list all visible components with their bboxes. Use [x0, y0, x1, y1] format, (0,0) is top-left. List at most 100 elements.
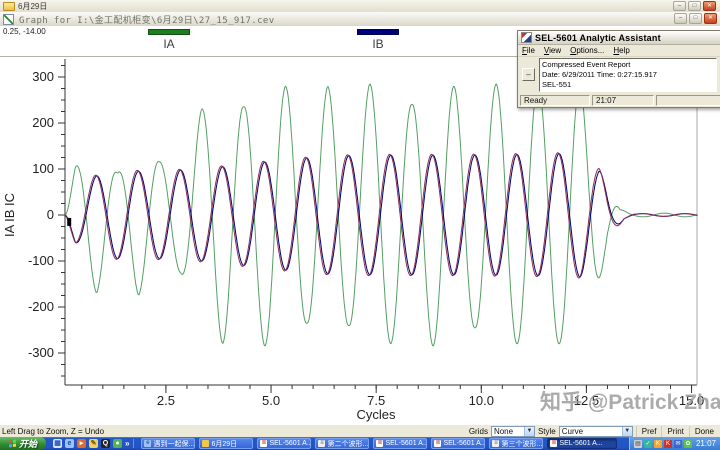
taskbar-button-sel5601[interactable]: ≣SEL-5601 A...: [257, 438, 311, 449]
close-icon[interactable]: ✕: [704, 13, 717, 24]
grids-combobox[interactable]: None ▼: [491, 426, 535, 437]
minimize-icon[interactable]: –: [673, 1, 686, 11]
taskbar-button-label: SEL-5601 A...: [385, 440, 427, 447]
windows-flag-icon: [9, 439, 17, 448]
doc-icon: ≡: [318, 440, 325, 447]
style-combobox[interactable]: Curve ▼: [559, 426, 633, 437]
kugou-icon[interactable]: K: [654, 440, 662, 448]
chevron-down-icon[interactable]: ▼: [524, 427, 534, 436]
menu-file[interactable]: File: [522, 46, 535, 55]
folder-icon: [202, 440, 209, 447]
taskbar-button-label: SEL-5601 A...: [559, 440, 602, 447]
system-tray: ▤ ✓ K K ✉ ✿ 21:07: [629, 437, 720, 450]
menu-help[interactable]: Help: [613, 46, 629, 55]
quick-launch-overflow-icon[interactable]: »: [125, 439, 129, 448]
sel5601-titlebar[interactable]: SEL-5601 Analytic Assistant: [518, 31, 720, 45]
sel5601-menubar: File View Options... Help: [518, 45, 720, 57]
im-icon[interactable]: ✉: [674, 440, 682, 448]
taskbar-button-label: 遇到一起保...: [153, 439, 194, 449]
close-icon[interactable]: ✕: [703, 1, 716, 11]
cursor-marker[interactable]: [67, 218, 71, 226]
event-report-list[interactable]: Compressed Event ReportDate: 6/29/2011 T…: [539, 58, 717, 92]
style-value: Curve: [562, 427, 583, 436]
y-tick-label: 300: [32, 69, 54, 84]
background-window-controls: – □ ✕: [673, 1, 716, 11]
graph-window-title: Graph for I:\金工配机柜变\6月29日\27_15_917.cev: [19, 13, 275, 26]
status-filler: [656, 95, 720, 106]
qq-icon[interactable]: Q: [101, 439, 110, 448]
legend-label: IB: [357, 37, 399, 51]
sel5601-window[interactable]: SEL-5601 Analytic Assistant File View Opti…: [517, 30, 720, 108]
messenger-icon[interactable]: ●: [113, 439, 122, 448]
ie-icon: e: [144, 440, 151, 447]
desktop: 6月29日 – □ ✕ Graph for I:\金工配机柜变\6月29日\27…: [0, 0, 720, 450]
media-player-icon[interactable]: ▸: [77, 439, 86, 448]
background-window-title: 6月29日: [18, 1, 47, 12]
waveform-chart[interactable]: 3002001000-100-200-3002.55.07.510.012.51…: [0, 57, 720, 424]
k-app-icon[interactable]: K: [664, 440, 672, 448]
pref-button[interactable]: Pref: [636, 426, 662, 437]
taskbar-button-label: SEL-5601 A...: [443, 440, 485, 447]
graph-window-controls: – □ ✕: [674, 13, 717, 24]
x-tick-label: 7.5: [367, 393, 385, 408]
show-desktop-icon[interactable]: ▦: [53, 439, 62, 448]
y-tick-label: -100: [28, 253, 54, 268]
taskbar-button-doc[interactable]: ≡第三个波形...: [489, 438, 543, 449]
y-tick-label: 0: [47, 207, 54, 222]
start-button[interactable]: 开始: [0, 437, 46, 450]
taskbar-button-sel5601[interactable]: ≣SEL-5601 A...: [373, 438, 427, 449]
y-tick-label: -300: [28, 345, 54, 360]
graph-app-icon: [3, 14, 14, 25]
sel-icon: ≣: [376, 440, 383, 447]
chevron-down-icon[interactable]: ▼: [622, 427, 632, 436]
taskbar-button-doc[interactable]: ≡第二个波形...: [315, 438, 369, 449]
minimize-icon[interactable]: –: [674, 13, 687, 24]
sel-icon: ≣: [260, 440, 267, 447]
x-tick-label: 10.0: [469, 393, 494, 408]
quick-launch: ▦ e ▸ ✎ Q ● »: [49, 439, 134, 448]
antivirus-icon[interactable]: ✿: [684, 440, 692, 448]
shield-icon[interactable]: ✓: [644, 440, 652, 448]
cursor-coordinate-readout: 0.25, -14.00: [3, 27, 46, 36]
printer-icon[interactable]: ▤: [634, 440, 642, 448]
notes-icon[interactable]: ✎: [89, 439, 98, 448]
y-axis-title: IA IB IC: [2, 193, 17, 237]
legend-item-ib: IB: [357, 29, 399, 51]
taskbar: 开始 ▦ e ▸ ✎ Q ● » e遇到一起保...6月29日≣SEL-5601…: [0, 437, 720, 450]
taskbar-clock: 21:07: [696, 439, 716, 448]
y-tick-label: -200: [28, 299, 54, 314]
taskbar-button-folder[interactable]: 6月29日: [199, 438, 253, 449]
y-tick-label: 100: [32, 161, 54, 176]
x-tick-label: 5.0: [262, 393, 280, 408]
legend-swatch: [148, 29, 190, 35]
done-button[interactable]: Done: [689, 426, 719, 437]
menu-view[interactable]: View: [544, 46, 561, 55]
print-button[interactable]: Print: [661, 426, 688, 437]
y-tick-label: 200: [32, 115, 54, 130]
device-button[interactable]: –: [522, 68, 535, 81]
report-line: Date: 6/29/2011 Time: 0:27:15.917: [542, 70, 714, 80]
maximize-icon[interactable]: □: [689, 13, 702, 24]
series-ic: [65, 153, 697, 278]
taskbar-button-ie[interactable]: e遇到一起保...: [141, 438, 195, 449]
status-time: 21:07: [592, 95, 654, 106]
graph-bottom-bar: Left Drag to Zoom, Z = Undo Grids None ▼…: [0, 424, 720, 438]
menu-options[interactable]: Options...: [570, 46, 604, 55]
maximize-icon[interactable]: □: [688, 1, 701, 11]
start-label: 开始: [19, 437, 37, 450]
x-axis-title: Cycles: [356, 407, 396, 422]
x-tick-label: 2.5: [157, 393, 175, 408]
internet-explorer-icon[interactable]: e: [65, 439, 74, 448]
taskbar-button-label: 6月29日: [211, 439, 237, 449]
legend-swatch: [357, 29, 399, 35]
taskbar-button-sel5601[interactable]: ≣SEL-5601 A...: [431, 438, 485, 449]
taskbar-button-sel5601[interactable]: ≣SEL-5601 A...: [547, 438, 617, 449]
graph-window-titlebar[interactable]: Graph for I:\金工配机柜变\6月29日\27_15_917.cev: [0, 12, 720, 27]
taskbar-buttons: e遇到一起保...6月29日≣SEL-5601 A...≡第二个波形...≣SE…: [137, 438, 617, 449]
sel5601-statusbar: Ready 21:07: [518, 94, 720, 107]
sel5601-body: – Compressed Event ReportDate: 6/29/2011…: [518, 57, 720, 94]
sel5601-title: SEL-5601 Analytic Assistant: [535, 33, 661, 43]
grids-label: Grids: [469, 427, 488, 436]
grids-value: None: [494, 427, 513, 436]
zoom-hint-text: Left Drag to Zoom, Z = Undo: [2, 427, 104, 436]
